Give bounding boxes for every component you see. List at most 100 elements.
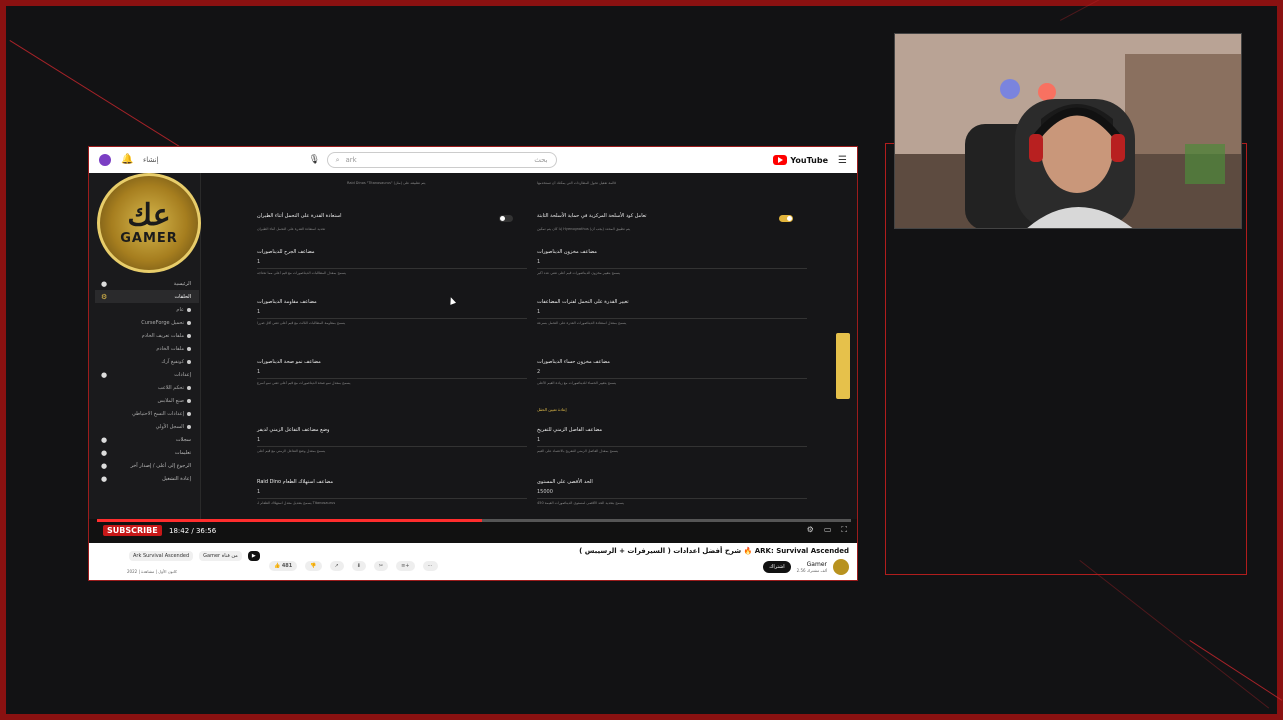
sidebar-item[interactable]: ● الرئيسية (95, 277, 199, 290)
setting-hatch-interval: مضاعف الفاصل الزمني للتفريخ 1 يسمح بمعدل… (537, 427, 807, 455)
more-icon[interactable]: ⋯ (422, 561, 438, 571)
save-icon[interactable]: ≡+ (396, 561, 415, 571)
setting-desc: يسمح بمقاومة المطالبات الثالث مع قيم أعل… (257, 321, 346, 325)
sidebar-item[interactable]: ملفات تعريف الخادم (95, 329, 199, 342)
sidebar-item[interactable]: ● إعادة التشغيل (95, 472, 199, 485)
channel-avatar[interactable] (833, 559, 849, 575)
sidebar-item[interactable]: ● الرجوع إلى أعلى / إصدار آخر (95, 459, 199, 472)
menu-item-icon: ● (101, 279, 108, 288)
sidebar-item-label: CurseForge تحميل (141, 319, 184, 326)
setting-desc: يسمح بمعدل وضع التفاعل الزمني مع قيم أعل… (257, 449, 326, 453)
tag-chip[interactable]: Ark Survival Ascended (129, 551, 194, 561)
captions-icon[interactable]: ▭ (824, 525, 832, 535)
sidebar-item-label: تحكم اللاعب (157, 384, 184, 391)
channel-name[interactable]: Gamer (797, 561, 827, 568)
sidebar-item[interactable]: السجل الأولي (95, 420, 199, 433)
menu-item-icon: ● (101, 448, 108, 457)
sidebar-item[interactable]: إعدادات النسخ الاحتياطي (95, 407, 199, 420)
search-hint: بحث (534, 156, 548, 164)
sidebar-item-label: الحلقات (174, 293, 191, 300)
bullet-icon (187, 411, 191, 416)
setting-dino-inventory: مضاعف مخزون الديناصورات 1 يسمح بتغيير مخ… (537, 249, 807, 277)
setting-dino-soup: مضاعف مخزون حساء الديناصورات 2 يسمح بتغي… (537, 359, 807, 387)
menu-icon[interactable]: ☰ (838, 155, 847, 166)
share-icon[interactable]: ↗ (329, 561, 344, 571)
menu-item-icon: ● (101, 370, 108, 379)
progress-bar[interactable] (97, 519, 851, 522)
sidebar-item-label: إعدادات (174, 371, 191, 378)
settings-icon[interactable]: ⚙ (807, 525, 814, 535)
search-input[interactable]: ⌕ ark بحث (326, 152, 557, 168)
download-icon[interactable]: ⬇ (351, 561, 366, 571)
webcam-image (895, 34, 1241, 228)
tag-chip[interactable]: Gamer من قناة (199, 551, 242, 561)
sidebar-item[interactable]: صنع الملابس (95, 394, 199, 407)
dino-resistance-input[interactable]: 1 (257, 307, 527, 319)
tag-chip-active[interactable]: ▶ (247, 551, 260, 561)
setting-desc: إذا كان يتم تمكين Hyenognathus (يجب أن) … (537, 227, 631, 231)
sidebar-item[interactable]: تحكم اللاعب (95, 381, 199, 394)
sidebar-item[interactable]: ● تعليمات (95, 446, 199, 459)
sidebar-item[interactable]: ⚙ الحلقات (95, 290, 199, 303)
stamina-flight-toggle[interactable] (499, 215, 513, 222)
setting-weapons-protection: تعامل كود الأسلحة المركزية في حماية الأس… (537, 213, 807, 233)
subscribe-overlay[interactable]: SUBSCRIBE (103, 525, 162, 536)
sidebar-item[interactable]: ● إعدادات (95, 368, 199, 381)
dino-inventory-input[interactable]: 1 (537, 257, 807, 269)
sidebar-item[interactable]: ملفات الخادم (95, 342, 199, 355)
like-button[interactable]: 👍 481 (269, 561, 298, 571)
diagonal-line (1060, 0, 1238, 21)
setting-label: مضاعف مخزون الديناصورات (537, 249, 597, 255)
bullet-icon (187, 320, 191, 325)
weapons-protection-toggle[interactable] (779, 215, 793, 222)
setting-desc: يسمح بمعدل استعادة الديناصورات القدرة عل… (537, 321, 627, 325)
dino-soup-input[interactable]: 2 (537, 367, 807, 379)
menu-item-icon: ● (101, 435, 108, 444)
hatch-interval-input[interactable]: 1 (537, 435, 807, 447)
time-display: 18:42 / 36:56 (169, 527, 217, 535)
bullet-icon (187, 385, 191, 390)
max-level-input[interactable]: 15000 (537, 487, 807, 499)
sidebar-item-label: إعادة التشغيل (162, 475, 191, 482)
setting-desc: يسمح بتحديد الحد الأقصى لمستوى الديناصور… (537, 501, 624, 505)
bullet-icon (187, 398, 191, 403)
sidebar-item[interactable]: CurseForge تحميل (95, 316, 199, 329)
search-query: ark (345, 156, 357, 164)
player-controls: SUBSCRIBE 18:42 / 36:56 ⚙ ▭ ⛶ (89, 519, 857, 543)
stamina-multiplier-input[interactable]: 1 (537, 307, 807, 319)
setting-raid-dino-food: Raid Dino مضاعف استهلاك الطعام 1 يسمح بت… (257, 479, 527, 507)
setting-label: مضاعف نمو صحة الديناصورات (257, 359, 321, 365)
dislike-icon[interactable]: 👎 (305, 561, 322, 571)
clip-icon[interactable]: ✂ (373, 561, 389, 571)
setting-desc: تحديد استعادة القدرة على التحمل أثناء ال… (257, 227, 326, 231)
badge-glyph: عك (127, 197, 171, 233)
setting-desc: يسمح بتغيير الحساء للديناصورات مع زيادة … (537, 381, 617, 385)
create-button[interactable]: إنشاء (143, 156, 159, 164)
sidebar-item-label: الرئيسية (173, 280, 191, 287)
sidebar-item[interactable]: ● سجلات (95, 433, 199, 446)
bullet-icon (187, 333, 191, 338)
dino-damage-input[interactable]: 1 (257, 257, 527, 269)
setting-label: مضاعف مخزون حساء الديناصورات (537, 359, 610, 365)
setting-stamina-multiplier: تغيير القدرة على التحمل لفترات المضاعفات… (537, 299, 807, 327)
sidebar-item-label: السجل الأولي (155, 423, 184, 430)
user-avatar[interactable] (99, 154, 111, 166)
dino-health-growth-input[interactable]: 1 (257, 367, 527, 379)
sidebar-item-label: كونفيغ آرك (161, 358, 184, 365)
setting-time-interval: وضع مضاعف التفاعل الزمني لديفر 1 يسمح بم… (257, 427, 527, 455)
sidebar-item[interactable]: عام (95, 303, 199, 316)
sidebar-menu: ● الرئيسية ⚙ الحلقات عام CurseForge تحميل ملفا… (95, 277, 199, 485)
side-feedback-tab[interactable] (836, 333, 850, 399)
time-interval-input[interactable]: 1 (257, 435, 527, 447)
search-icon: ⌕ (335, 155, 340, 164)
sidebar-item[interactable]: كونفيغ آرك (95, 355, 199, 368)
youtube-logo[interactable]: YouTube (773, 155, 828, 165)
subscribe-button[interactable]: اشتراك (763, 561, 791, 573)
video-player[interactable]: عك GAMER ● الرئيسية ⚙ الحلقات عام CurseForge … (89, 173, 857, 519)
raid-dino-food-input[interactable]: 1 (257, 487, 527, 499)
reset-field-link[interactable]: إعادة تعيين الحقل (537, 407, 567, 412)
fullscreen-icon[interactable]: ⛶ (841, 525, 847, 535)
setting-label: تغيير القدرة على التحمل لفترات المضاعفات (537, 299, 629, 305)
mic-icon[interactable]: 🎙 (309, 155, 320, 165)
bell-icon[interactable]: 🔔 (121, 155, 133, 165)
